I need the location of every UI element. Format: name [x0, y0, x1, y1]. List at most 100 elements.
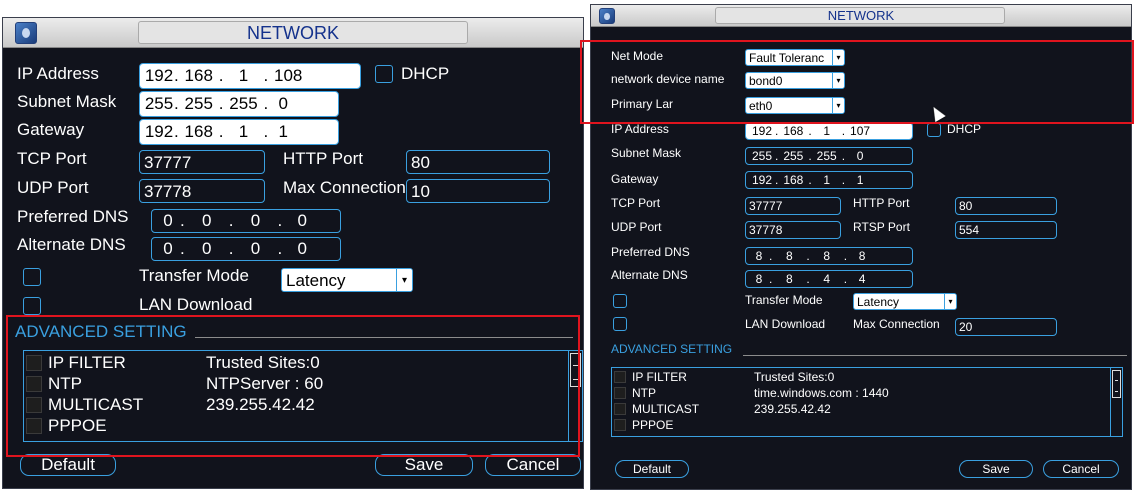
ip-octet-4: 108	[274, 66, 303, 85]
http-port-field[interactable]: 80	[955, 197, 1057, 215]
max-connection-label: Max Connection	[853, 317, 940, 331]
gateway-octet-1: 192	[751, 173, 773, 187]
right-titlebar: NETWORK	[591, 5, 1131, 27]
alternate-dns-field[interactable]: 8. 8. 4. 4	[745, 270, 913, 288]
right-dialog-title: NETWORK	[827, 8, 895, 23]
gateway-octet-2: 168	[783, 173, 804, 187]
subnet-octet-3: 255	[816, 149, 837, 163]
gateway-octet-1: 192	[144, 122, 174, 141]
left-advanced-highlight	[6, 315, 580, 457]
ip-address-field[interactable]: 192. 168. 1. 108	[139, 63, 361, 89]
chevron-down-icon[interactable]: ▾	[944, 294, 956, 309]
alternate-dns-field[interactable]: 0. 0. 0. 0	[151, 237, 341, 261]
app-logo-icon	[599, 8, 615, 24]
transfer-mode-checkbox[interactable]	[23, 268, 41, 286]
udp-port-field[interactable]: 37778	[745, 221, 841, 239]
transfer-mode-label: Transfer Mode	[139, 266, 249, 285]
row-checkbox[interactable]	[614, 402, 626, 415]
dhcp-checkbox[interactable]	[927, 123, 941, 137]
gateway-field[interactable]: 192. 168. 1. 1	[745, 171, 913, 189]
subnet-octet-1: 255	[751, 149, 773, 163]
ip-octet-2: 168	[184, 66, 213, 85]
scrollbar-thumb[interactable]	[1112, 370, 1121, 398]
adns-octet-1: 8	[755, 272, 763, 286]
list-scrollbar[interactable]	[1110, 368, 1122, 436]
row-checkbox[interactable]	[614, 370, 626, 383]
preferred-dns-field[interactable]: 8. 8. 8. 8	[745, 247, 913, 265]
pdns-octet-3: 8	[823, 249, 831, 263]
subnet-octet-4: 0	[856, 149, 864, 163]
lan-download-checkbox[interactable]	[23, 297, 41, 315]
max-connection-field[interactable]: 20	[955, 318, 1057, 336]
list-item[interactable]: IP FILTER Trusted Sites:0	[612, 369, 1122, 384]
http-port-label: HTTP Port	[283, 149, 363, 168]
chevron-down-icon[interactable]: ▾	[396, 269, 412, 291]
subnet-mask-field[interactable]: 255. 255. 255. 0	[745, 147, 913, 165]
pdns-octet-2: 8	[786, 249, 793, 263]
max-connection-field[interactable]: 10	[406, 179, 550, 203]
gateway-octet-3: 1	[238, 122, 249, 141]
save-button[interactable]: Save	[375, 454, 473, 476]
max-connection-label: Max Connection	[283, 178, 406, 197]
udp-port-label: UDP Port	[17, 178, 89, 197]
transfer-mode-checkbox[interactable]	[613, 294, 627, 308]
udp-port-label: UDP Port	[611, 220, 662, 234]
rtsp-port-field[interactable]: 554	[955, 221, 1057, 239]
ip-octet-4: 107	[850, 124, 871, 138]
dhcp-label: DHCP	[401, 64, 450, 83]
pdns-octet-4: 8	[858, 249, 866, 263]
adns-octet-4: 4	[858, 272, 866, 286]
app-logo-icon	[15, 22, 37, 44]
ip-octet-3: 1	[238, 66, 249, 85]
list-item[interactable]: PPPOE	[612, 417, 1122, 432]
cancel-button[interactable]: Cancel	[485, 454, 581, 476]
advanced-setting-list[interactable]: IP FILTER Trusted Sites:0 NTP time.windo…	[611, 367, 1123, 437]
subnet-octet-4: 0	[278, 94, 288, 113]
row-value: Trusted Sites:0	[754, 369, 835, 384]
preferred-dns-field[interactable]: 0. 0. 0. 0	[151, 209, 341, 233]
dhcp-checkbox[interactable]	[375, 65, 393, 83]
tcp-port-field[interactable]: 37777	[745, 197, 841, 215]
ip-octet-1: 192	[144, 66, 174, 85]
gateway-octet-4: 1	[856, 173, 864, 187]
gateway-label: Gateway	[17, 120, 85, 139]
row-name: IP FILTER	[632, 369, 687, 384]
subnet-mask-field[interactable]: 255. 255. 255. 0	[139, 91, 339, 117]
ip-address-field[interactable]: 192. 168. 1. 107	[745, 122, 913, 140]
row-value: 239.255.42.42	[754, 401, 831, 416]
row-name: NTP	[632, 385, 656, 400]
cancel-button[interactable]: Cancel	[1043, 460, 1119, 478]
row-name: PPPOE	[632, 417, 674, 432]
subnet-octet-2: 255	[783, 149, 804, 163]
advanced-setting-heading: ADVANCED SETTING	[611, 342, 733, 356]
transfer-mode-select[interactable]: Latency ▾	[853, 293, 957, 310]
ip-octet-2: 168	[783, 124, 804, 138]
http-port-label: HTTP Port	[853, 196, 910, 210]
row-checkbox[interactable]	[614, 386, 626, 399]
lan-download-checkbox[interactable]	[613, 317, 627, 331]
ip-octet-3: 1	[823, 124, 831, 138]
pdns-octet-1: 8	[755, 249, 763, 263]
default-button[interactable]: Default	[20, 454, 116, 476]
ip-address-label: IP Address	[611, 122, 669, 136]
default-button[interactable]: Default	[615, 460, 689, 478]
tcp-port-field[interactable]: 37777	[139, 150, 265, 174]
transfer-mode-select[interactable]: Latency ▾	[281, 268, 413, 292]
adns-octet-2: 8	[786, 272, 793, 286]
subnet-octet-1: 255	[144, 94, 174, 113]
subnet-mask-label: Subnet Mask	[17, 92, 117, 111]
udp-port-field[interactable]: 37778	[139, 179, 265, 203]
row-checkbox[interactable]	[614, 418, 626, 431]
adns-octet-3: 0	[250, 239, 261, 258]
list-item[interactable]: NTP time.windows.com : 1440	[612, 385, 1122, 400]
pdns-octet-3: 0	[250, 211, 261, 230]
rtsp-port-label: RTSP Port	[853, 220, 910, 234]
lan-download-label: LAN Download	[745, 317, 826, 331]
pdns-octet-2: 0	[202, 211, 212, 230]
gateway-field[interactable]: 192. 168. 1. 1	[139, 119, 339, 145]
alternate-dns-label: Alternate DNS	[611, 268, 688, 282]
save-button[interactable]: Save	[959, 460, 1033, 478]
list-item[interactable]: MULTICAST 239.255.42.42	[612, 401, 1122, 416]
preferred-dns-label: Preferred DNS	[17, 207, 129, 226]
http-port-field[interactable]: 80	[406, 150, 550, 174]
